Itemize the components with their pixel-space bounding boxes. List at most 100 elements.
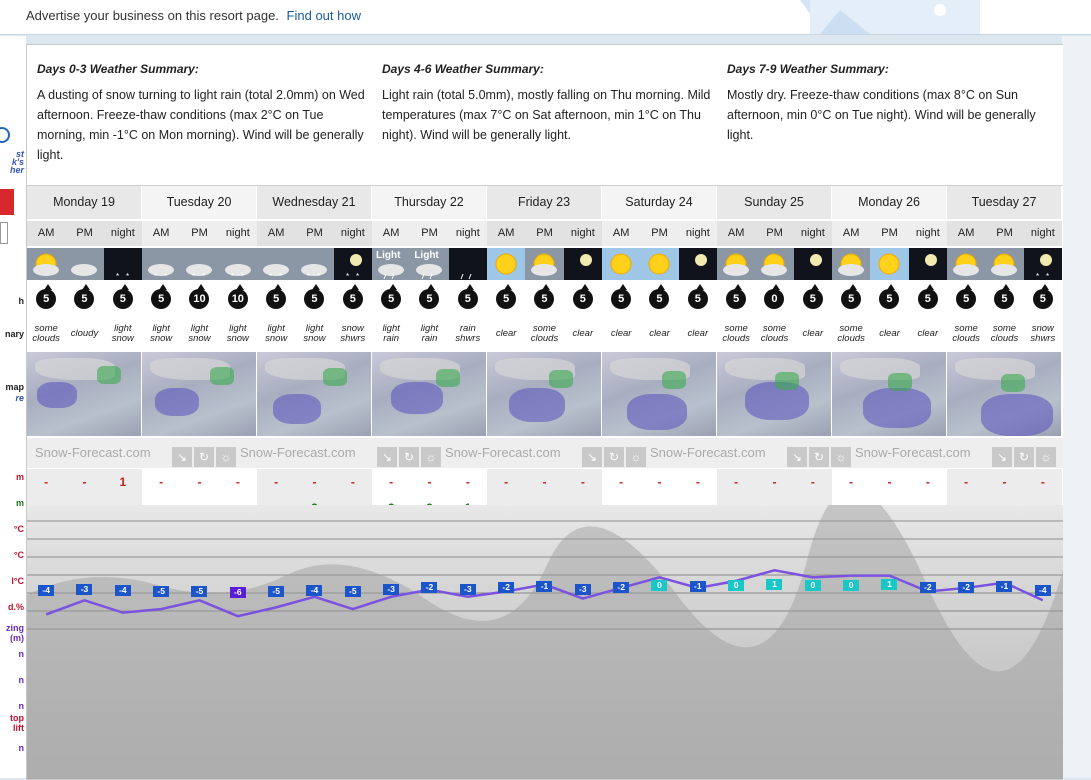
day-header[interactable]: Monday 19 (27, 186, 142, 219)
period-night[interactable]: night (448, 221, 487, 246)
map-thumbnail[interactable] (257, 352, 372, 436)
map-thumbnail[interactable] (717, 352, 832, 436)
summary-body: Mostly dry. Freeze-thaw conditions (max … (727, 88, 1036, 142)
wind-cell: 5 (602, 282, 640, 316)
svg-text:*: * (317, 272, 320, 280)
day-header[interactable]: Saturday 24 (602, 186, 717, 219)
freezing-unit: (m) (10, 633, 24, 643)
arrow-icon[interactable]: ↘ (787, 447, 807, 467)
refresh-icon[interactable]: ↻ (604, 447, 624, 467)
watermark-text: Snow-Forecast.com (240, 445, 356, 460)
period-am[interactable]: AM (257, 221, 296, 246)
period-night[interactable]: night (1023, 221, 1062, 246)
sun-toggle-icon[interactable]: ☼ (1036, 447, 1056, 467)
refresh-icon[interactable]: ↻ (194, 447, 214, 467)
summary-cell: clear (572, 328, 594, 339)
period-am[interactable]: AM (947, 221, 986, 246)
info-icon[interactable] (0, 126, 10, 144)
refresh-icon[interactable]: ↻ (399, 447, 419, 467)
sun-toggle-icon[interactable]: ☼ (421, 447, 441, 467)
lift-temp-badge: -5 (191, 586, 208, 597)
map-thumbnail[interactable] (372, 352, 487, 436)
lift-temp-badge: 0 (728, 580, 745, 591)
period-pm[interactable]: PM (410, 221, 449, 246)
lift-temp-badge: -1 (689, 581, 706, 593)
sun-toggle-icon[interactable]: ☼ (626, 447, 646, 467)
day-header[interactable]: Thursday 22 (372, 186, 487, 219)
day-header[interactable]: Tuesday 20 (142, 186, 257, 219)
snow-cell: - (159, 475, 164, 489)
day-header[interactable]: Tuesday 27 (947, 186, 1062, 219)
period-pm[interactable]: PM (525, 221, 564, 246)
map-thumbnail[interactable] (142, 352, 257, 436)
snow-cell: 1 (103, 469, 142, 495)
snowflake-decoration-icon (800, 0, 980, 34)
arrow-icon[interactable]: ↘ (582, 447, 602, 467)
svg-text:*: * (307, 272, 310, 280)
ad-bar: Advertise your business on this resort p… (0, 0, 1091, 35)
lift-temp-badge: -2 (919, 582, 936, 594)
period-pm[interactable]: PM (180, 221, 219, 246)
period-am[interactable]: AM (372, 221, 411, 246)
find-out-link[interactable]: Find out how (287, 8, 361, 23)
snow-cell: - (849, 475, 854, 489)
icon-text-light: Light (414, 250, 439, 261)
period-night[interactable]: night (333, 221, 372, 246)
period-pm[interactable]: PM (65, 221, 104, 246)
partly-cloudy-sun-icon (947, 248, 986, 280)
map-thumbnail[interactable] (27, 352, 142, 436)
wind-arrow-icon: 5 (1032, 284, 1053, 309)
wind-arrow-icon: 5 (572, 284, 593, 309)
snow-row-label: m (15, 472, 24, 482)
day-header[interactable]: Wednesday 21 (257, 186, 372, 219)
period-am[interactable]: AM (602, 221, 641, 246)
ad-text: Advertise your business on this resort p… (26, 8, 361, 23)
wind-arrow-icon: 5 (726, 284, 747, 309)
period-night[interactable]: night (218, 221, 257, 246)
wind-cell: 5 (870, 282, 908, 316)
period-night[interactable]: night (793, 221, 832, 246)
day-header[interactable]: Monday 26 (832, 186, 947, 219)
period-night[interactable]: night (103, 221, 142, 246)
period-pm[interactable]: PM (640, 221, 679, 246)
period-am[interactable]: AM (27, 221, 66, 246)
svg-text:*: * (346, 272, 349, 280)
refresh-icon[interactable]: ↻ (1014, 447, 1034, 467)
period-night[interactable]: night (908, 221, 947, 246)
summary-cell: some clouds (760, 323, 789, 344)
summary-cell: clear (610, 328, 632, 339)
red-tab[interactable] (0, 189, 14, 215)
map-thumbnail[interactable] (832, 352, 947, 436)
day-header[interactable]: Friday 23 (487, 186, 602, 219)
period-pm[interactable]: PM (295, 221, 334, 246)
period-night[interactable]: night (678, 221, 717, 246)
snow-cell: - (65, 469, 104, 495)
sun-toggle-icon[interactable]: ☼ (831, 447, 851, 467)
period-pm[interactable]: PM (985, 221, 1024, 246)
period-am[interactable]: AM (832, 221, 871, 246)
snow-cell: - (427, 475, 432, 489)
arrow-icon[interactable]: ↘ (992, 447, 1012, 467)
map-thumbnail[interactable] (602, 352, 717, 436)
map-thumbnail[interactable] (947, 352, 1062, 436)
arrow-icon[interactable]: ↘ (377, 447, 397, 467)
svg-text:*: * (1046, 272, 1049, 280)
wind-row-label: h (18, 296, 25, 306)
map-thumbnail[interactable] (487, 352, 602, 436)
wind-cell: 5 (65, 282, 103, 316)
arrow-icon[interactable]: ↘ (172, 447, 192, 467)
period-pm[interactable]: PM (755, 221, 794, 246)
wind-cell: 5 (909, 282, 947, 316)
period-am[interactable]: AM (487, 221, 526, 246)
sun-toggle-icon[interactable]: ☼ (216, 447, 236, 467)
period-am[interactable]: AM (717, 221, 756, 246)
period-night[interactable]: night (563, 221, 602, 246)
tab-box[interactable] (0, 222, 8, 244)
refresh-icon[interactable]: ↻ (809, 447, 829, 467)
wind-arrow-icon: 5 (611, 284, 632, 309)
summary-cell: clear (802, 328, 824, 339)
day-header[interactable]: Sunday 25 (717, 186, 832, 219)
watermark-cell: Snow-Forecast.com ↘ ↻ ☼ (35, 438, 240, 468)
period-pm[interactable]: PM (870, 221, 909, 246)
period-am[interactable]: AM (142, 221, 181, 246)
